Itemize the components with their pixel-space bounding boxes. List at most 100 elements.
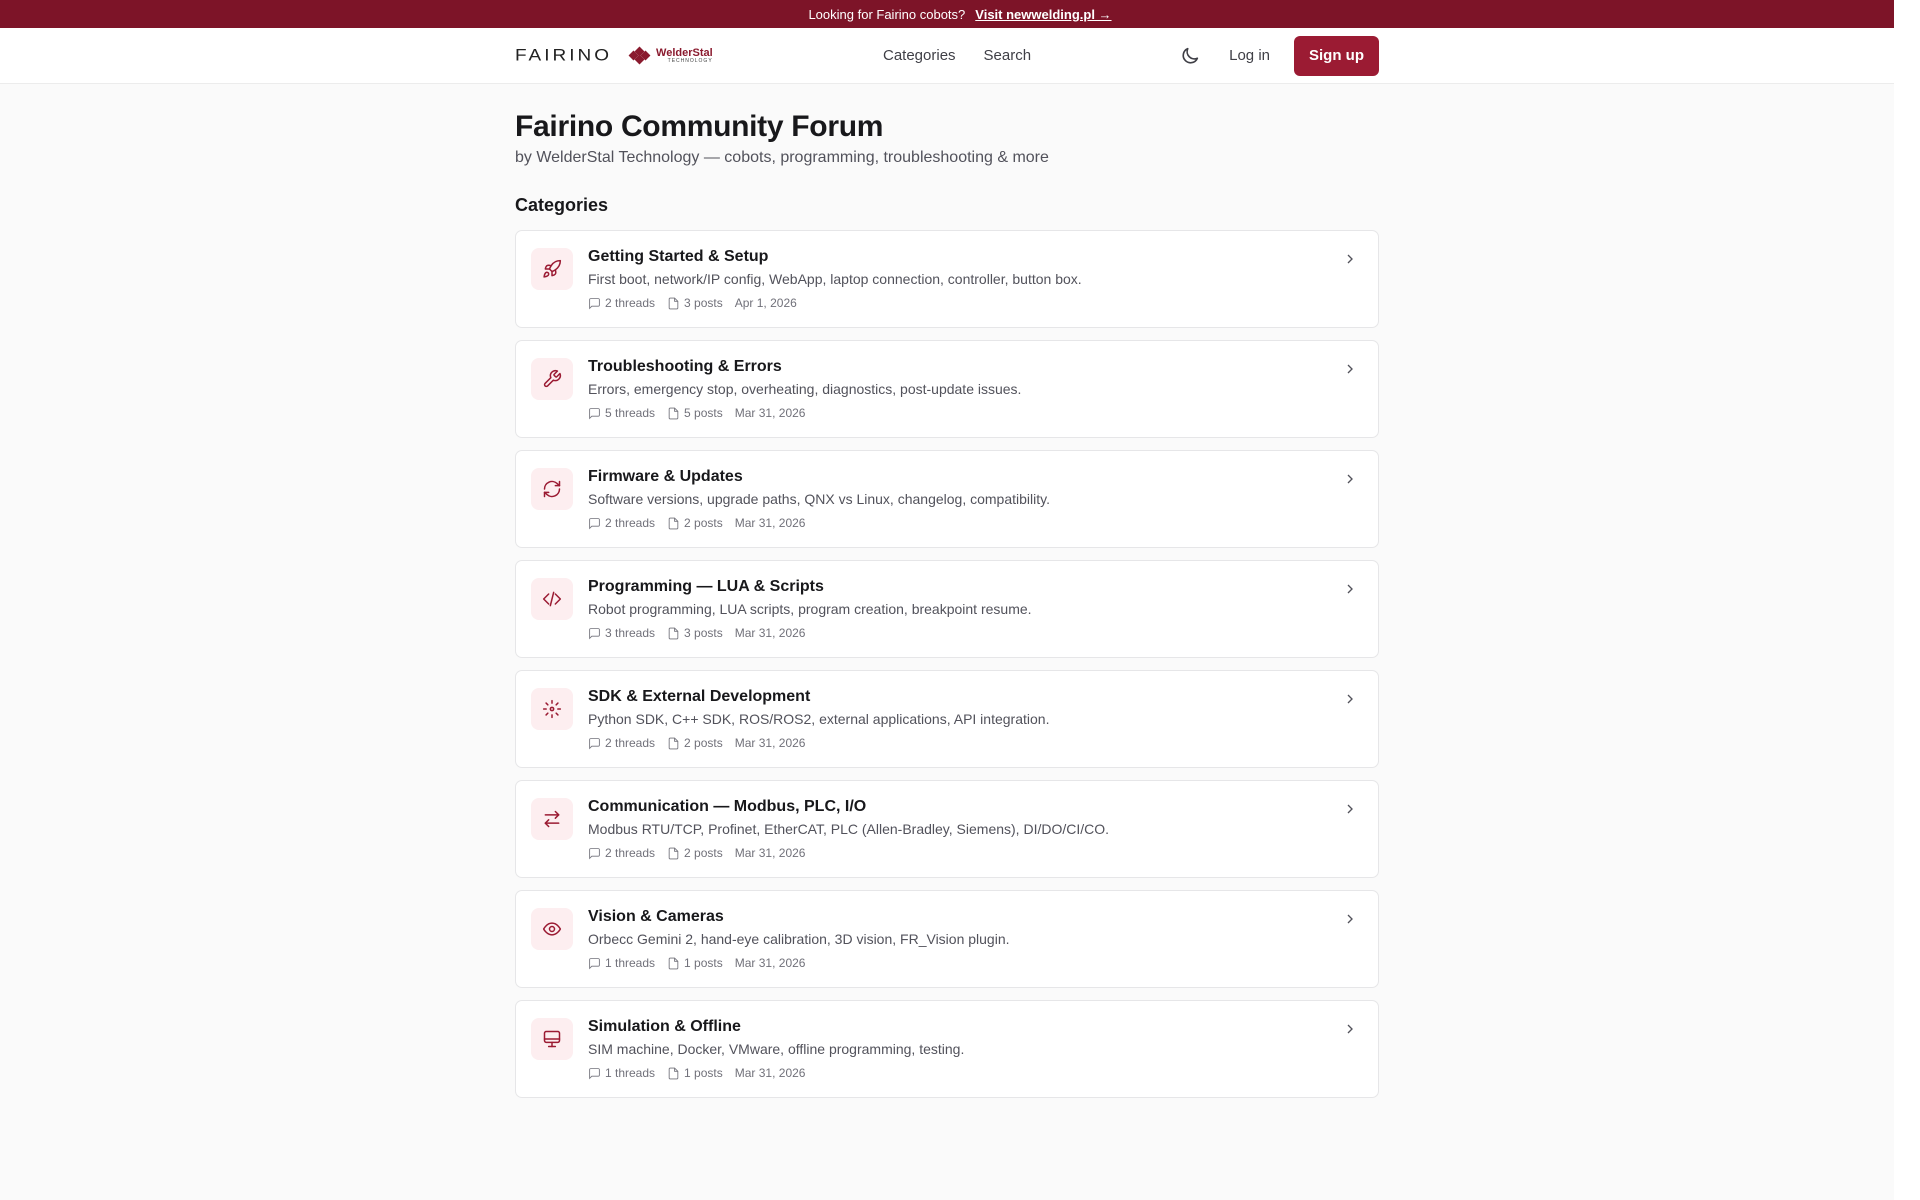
thread-count: 1 threads bbox=[605, 1066, 656, 1080]
wrench-icon bbox=[543, 369, 562, 388]
category-title[interactable]: Firmware & Updates bbox=[588, 467, 1318, 487]
category-icon-box bbox=[531, 1018, 573, 1060]
file-icon bbox=[668, 957, 679, 969]
chevron-right-icon bbox=[1347, 254, 1353, 264]
category-description: First boot, network/IP config, WebApp, l… bbox=[588, 271, 1082, 287]
categories-heading: Categories bbox=[515, 195, 609, 215]
post-count: 3 posts bbox=[684, 296, 723, 310]
category-card-communication[interactable]: Communication — Modbus, PLC, I/O Modbus … bbox=[515, 780, 1379, 878]
category-icon-box bbox=[531, 908, 573, 950]
category-card-sdk[interactable]: SDK & External Development Python SDK, C… bbox=[515, 670, 1379, 768]
eye-icon bbox=[542, 922, 562, 936]
welderstal-logo[interactable]: WelderStal TECHNOLOGY bbox=[628, 46, 713, 64]
category-title[interactable]: Vision & Cameras bbox=[588, 907, 1318, 927]
last-activity-date: Apr 1, 2026 bbox=[734, 296, 797, 310]
thread-count: 3 threads bbox=[605, 626, 656, 640]
page-title: Fairino Community Forum bbox=[515, 110, 884, 143]
category-card-programming[interactable]: Programming — LUA & Scripts Robot progra… bbox=[515, 560, 1379, 658]
chevron-right-icon bbox=[1347, 584, 1353, 594]
category-card-getting-started[interactable]: Getting Started & Setup First boot, netw… bbox=[515, 230, 1379, 328]
post-count: 1 posts bbox=[684, 956, 723, 970]
last-activity-date: Mar 31, 2026 bbox=[734, 516, 806, 530]
file-icon bbox=[668, 517, 679, 529]
message-icon bbox=[589, 847, 600, 859]
banner-text: Looking for Fairino cobots? bbox=[808, 6, 966, 22]
last-activity-date: Mar 31, 2026 bbox=[734, 956, 806, 970]
message-icon bbox=[589, 737, 600, 749]
category-description: Errors, emergency stop, overheating, dia… bbox=[588, 381, 1022, 397]
page-subtitle: by WelderStal Technology — cobots, progr… bbox=[515, 149, 1049, 166]
post-count: 5 posts bbox=[684, 406, 723, 420]
category-card-vision[interactable]: Vision & Cameras Orbecc Gemini 2, hand-e… bbox=[515, 890, 1379, 988]
post-count: 3 posts bbox=[684, 626, 723, 640]
post-count: 2 posts bbox=[684, 516, 723, 530]
post-count: 2 posts bbox=[684, 846, 723, 860]
message-icon bbox=[589, 297, 600, 309]
post-count: 1 posts bbox=[684, 1066, 723, 1080]
chevron-right-icon bbox=[1347, 364, 1353, 374]
nav-categories-link[interactable]: Categories bbox=[883, 47, 956, 64]
nav-search-link[interactable]: Search bbox=[984, 47, 1032, 64]
category-icon-box bbox=[531, 688, 573, 730]
arrows-swap-icon bbox=[544, 810, 560, 828]
thread-count: 1 threads bbox=[605, 956, 656, 970]
last-activity-date: Mar 31, 2026 bbox=[734, 736, 806, 750]
partner-logo-subtext: TECHNOLOGY bbox=[667, 57, 713, 64]
partner-logo-text: WelderStal bbox=[656, 46, 713, 59]
message-icon bbox=[589, 517, 600, 529]
category-description: Modbus RTU/TCP, Profinet, EtherCAT, PLC … bbox=[588, 821, 1110, 837]
chevron-right-icon bbox=[1347, 914, 1353, 924]
category-description: Python SDK, C++ SDK, ROS/ROS2, external … bbox=[588, 711, 1050, 727]
category-title[interactable]: Communication — Modbus, PLC, I/O bbox=[588, 797, 1318, 817]
file-icon bbox=[668, 1067, 679, 1079]
chevron-right-icon bbox=[1347, 804, 1353, 814]
category-card-firmware[interactable]: Firmware & Updates Software versions, up… bbox=[515, 450, 1379, 548]
refresh-icon bbox=[543, 480, 561, 498]
file-icon bbox=[668, 407, 679, 419]
category-list: Getting Started & Setup First boot, netw… bbox=[515, 230, 1379, 1100]
category-description: Robot programming, LUA scripts, program … bbox=[588, 601, 1032, 617]
thread-count: 5 threads bbox=[605, 406, 656, 420]
category-title[interactable]: Programming — LUA & Scripts bbox=[588, 577, 1318, 597]
category-description: Orbecc Gemini 2, hand-eye calibration, 3… bbox=[588, 931, 1010, 947]
signup-button[interactable]: Sign up bbox=[1294, 35, 1379, 76]
thread-count: 2 threads bbox=[605, 516, 656, 530]
moon-icon[interactable] bbox=[1179, 45, 1201, 67]
category-card-troubleshooting[interactable]: Troubleshooting & Errors Errors, emergen… bbox=[515, 340, 1379, 438]
category-title[interactable]: SDK & External Development bbox=[588, 687, 1318, 707]
category-icon-box bbox=[531, 358, 573, 400]
chevron-right-icon bbox=[1347, 694, 1353, 704]
fairino-logo[interactable]: FAIRINO bbox=[515, 46, 612, 65]
category-description: SIM machine, Docker, VMware, offline pro… bbox=[588, 1041, 965, 1057]
file-icon bbox=[668, 737, 679, 749]
banner-link[interactable]: Visit newwelding.pl → bbox=[975, 7, 1111, 22]
category-icon-box bbox=[531, 798, 573, 840]
code-icon bbox=[542, 591, 562, 607]
monitor-icon bbox=[543, 1030, 561, 1048]
login-button[interactable]: Log in bbox=[1229, 47, 1270, 64]
message-icon bbox=[589, 627, 600, 639]
chevron-right-icon bbox=[1347, 474, 1353, 484]
thread-count: 2 threads bbox=[605, 296, 656, 310]
last-activity-date: Mar 31, 2026 bbox=[734, 846, 806, 860]
main-content: Fairino Community Forum by WelderStal Te… bbox=[515, 108, 1379, 1100]
diamond-logo-icon bbox=[628, 46, 652, 64]
scrollbar[interactable] bbox=[1894, 0, 1920, 1200]
message-icon bbox=[589, 407, 600, 419]
rocket-icon bbox=[543, 259, 562, 278]
category-title[interactable]: Simulation & Offline bbox=[588, 1017, 1318, 1037]
message-icon bbox=[589, 1067, 600, 1079]
category-icon-box bbox=[531, 248, 573, 290]
post-count: 2 posts bbox=[684, 736, 723, 750]
last-activity-date: Mar 31, 2026 bbox=[734, 626, 806, 640]
last-activity-date: Mar 31, 2026 bbox=[734, 406, 806, 420]
sdk-icon bbox=[542, 699, 562, 719]
last-activity-date: Mar 31, 2026 bbox=[734, 1066, 806, 1080]
category-icon-box bbox=[531, 578, 573, 620]
category-description: Software versions, upgrade paths, QNX vs… bbox=[588, 491, 1050, 507]
message-icon bbox=[589, 957, 600, 969]
category-title[interactable]: Getting Started & Setup bbox=[588, 247, 1318, 267]
category-card-simulation[interactable]: Simulation & Offline SIM machine, Docker… bbox=[515, 1000, 1379, 1098]
chevron-right-icon bbox=[1347, 1024, 1353, 1034]
category-title[interactable]: Troubleshooting & Errors bbox=[588, 357, 1318, 377]
